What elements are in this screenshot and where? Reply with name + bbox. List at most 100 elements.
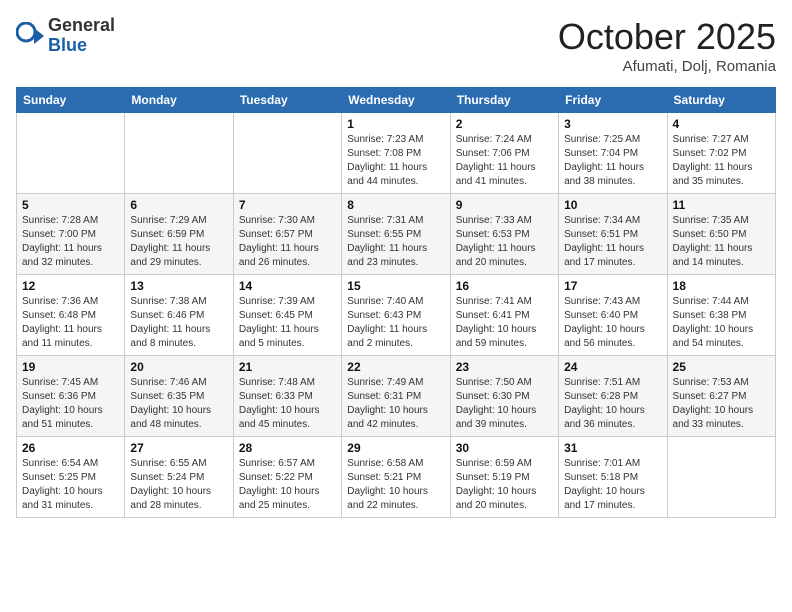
day-info: Sunrise: 6:55 AM Sunset: 5:24 PM Dayligh… (130, 457, 227, 513)
calendar-week-row: 5 Sunrise: 7:28 AM Sunset: 7:00 PM Daylig… (17, 194, 776, 275)
calendar-cell: 10 Sunrise: 7:34 AM Sunset: 6:51 PM Dayli… (559, 194, 667, 275)
day-number: 12 (22, 279, 119, 293)
calendar-week-row: 12 Sunrise: 7:36 AM Sunset: 6:48 PM Dayli… (17, 275, 776, 356)
day-info: Sunrise: 7:44 AM Sunset: 6:38 PM Dayligh… (673, 295, 770, 351)
day-of-week-header: Wednesday (342, 88, 450, 113)
calendar-cell: 30 Sunrise: 6:59 AM Sunset: 5:19 PM Dayli… (450, 437, 558, 518)
calendar-cell: 14 Sunrise: 7:39 AM Sunset: 6:45 PM Dayli… (233, 275, 341, 356)
day-number: 6 (130, 198, 227, 212)
calendar-cell: 2Sunrise: 7:24 AM Sunset: 7:06 PM Daylig… (450, 113, 558, 194)
day-number: 26 (22, 441, 119, 455)
day-number: 22 (347, 360, 444, 374)
day-info: Sunrise: 6:58 AM Sunset: 5:21 PM Dayligh… (347, 457, 444, 513)
calendar-week-row: 19 Sunrise: 7:45 AM Sunset: 6:36 PM Dayli… (17, 356, 776, 437)
day-info: Sunrise: 7:40 AM Sunset: 6:43 PM Dayligh… (347, 295, 444, 351)
calendar-cell (125, 113, 233, 194)
day-of-week-header: Saturday (667, 88, 775, 113)
day-number: 28 (239, 441, 336, 455)
day-number: 4 (673, 117, 770, 131)
day-number: 18 (673, 279, 770, 293)
day-number: 8 (347, 198, 444, 212)
title-block: October 2025 Afumati, Dolj, Romania (558, 16, 776, 75)
day-number: 21 (239, 360, 336, 374)
location-text: Afumati, Dolj, Romania (558, 58, 776, 75)
day-info: Sunrise: 6:54 AM Sunset: 5:25 PM Dayligh… (22, 457, 119, 513)
calendar-cell (17, 113, 125, 194)
calendar-cell: 29 Sunrise: 6:58 AM Sunset: 5:21 PM Dayli… (342, 437, 450, 518)
day-info: Sunrise: 7:01 AM Sunset: 5:18 PM Dayligh… (564, 457, 661, 513)
day-number: 31 (564, 441, 661, 455)
calendar-cell: 8 Sunrise: 7:31 AM Sunset: 6:55 PM Daylig… (342, 194, 450, 275)
calendar-cell: 13Sunrise: 7:38 AM Sunset: 6:46 PM Dayli… (125, 275, 233, 356)
calendar-week-row: 1 Sunrise: 7:23 AM Sunset: 7:08 PM Daylig… (17, 113, 776, 194)
day-info: Sunrise: 7:27 AM Sunset: 7:02 PM Dayligh… (673, 133, 770, 189)
day-number: 1 (347, 117, 444, 131)
day-info: Sunrise: 7:48 AM Sunset: 6:33 PM Dayligh… (239, 376, 336, 432)
day-info: Sunrise: 7:45 AM Sunset: 6:36 PM Dayligh… (22, 376, 119, 432)
day-info: Sunrise: 7:35 AM Sunset: 6:50 PM Dayligh… (673, 214, 770, 270)
calendar-cell: 7 Sunrise: 7:30 AM Sunset: 6:57 PM Daylig… (233, 194, 341, 275)
calendar-cell: 17 Sunrise: 7:43 AM Sunset: 6:40 PM Dayli… (559, 275, 667, 356)
calendar-cell: 24 Sunrise: 7:51 AM Sunset: 6:28 PM Dayli… (559, 356, 667, 437)
day-number: 13 (130, 279, 227, 293)
day-info: Sunrise: 7:53 AM Sunset: 6:27 PM Dayligh… (673, 376, 770, 432)
day-info: Sunrise: 7:41 AM Sunset: 6:41 PM Dayligh… (456, 295, 553, 351)
day-info: Sunrise: 7:49 AM Sunset: 6:31 PM Dayligh… (347, 376, 444, 432)
day-info: Sunrise: 7:34 AM Sunset: 6:51 PM Dayligh… (564, 214, 661, 270)
calendar-cell: 27Sunrise: 6:55 AM Sunset: 5:24 PM Dayli… (125, 437, 233, 518)
calendar-cell: 21 Sunrise: 7:48 AM Sunset: 6:33 PM Dayli… (233, 356, 341, 437)
day-number: 10 (564, 198, 661, 212)
day-info: Sunrise: 7:30 AM Sunset: 6:57 PM Dayligh… (239, 214, 336, 270)
calendar-cell: 6 Sunrise: 7:29 AM Sunset: 6:59 PM Daylig… (125, 194, 233, 275)
day-of-week-header: Monday (125, 88, 233, 113)
day-number: 25 (673, 360, 770, 374)
day-number: 29 (347, 441, 444, 455)
day-number: 11 (673, 198, 770, 212)
logo-blue-text: Blue (48, 36, 115, 56)
day-info: Sunrise: 7:23 AM Sunset: 7:08 PM Dayligh… (347, 133, 444, 189)
calendar-cell: 15 Sunrise: 7:40 AM Sunset: 6:43 PM Dayli… (342, 275, 450, 356)
logo: General Blue (16, 16, 115, 56)
calendar-cell: 31 Sunrise: 7:01 AM Sunset: 5:18 PM Dayli… (559, 437, 667, 518)
calendar-cell: 5 Sunrise: 7:28 AM Sunset: 7:00 PM Daylig… (17, 194, 125, 275)
day-info: Sunrise: 7:43 AM Sunset: 6:40 PM Dayligh… (564, 295, 661, 351)
calendar-cell: 16 Sunrise: 7:41 AM Sunset: 6:41 PM Dayli… (450, 275, 558, 356)
day-number: 7 (239, 198, 336, 212)
day-of-week-header: Tuesday (233, 88, 341, 113)
day-info: Sunrise: 7:24 AM Sunset: 7:06 PM Dayligh… (456, 133, 553, 189)
day-number: 5 (22, 198, 119, 212)
day-number: 14 (239, 279, 336, 293)
logo-general-text: General (48, 16, 115, 36)
day-number: 30 (456, 441, 553, 455)
day-number: 23 (456, 360, 553, 374)
day-info: Sunrise: 7:28 AM Sunset: 7:00 PM Dayligh… (22, 214, 119, 270)
calendar-cell: 25 Sunrise: 7:53 AM Sunset: 6:27 PM Dayli… (667, 356, 775, 437)
calendar-cell: 20Sunrise: 7:46 AM Sunset: 6:35 PM Dayli… (125, 356, 233, 437)
day-number: 17 (564, 279, 661, 293)
calendar-cell: 28 Sunrise: 6:57 AM Sunset: 5:22 PM Dayli… (233, 437, 341, 518)
day-info: Sunrise: 6:57 AM Sunset: 5:22 PM Dayligh… (239, 457, 336, 513)
day-number: 16 (456, 279, 553, 293)
day-info: Sunrise: 6:59 AM Sunset: 5:19 PM Dayligh… (456, 457, 553, 513)
logo-icon (16, 22, 44, 50)
calendar-table: SundayMondayTuesdayWednesdayThursdayFrid… (16, 87, 776, 518)
day-info: Sunrise: 7:36 AM Sunset: 6:48 PM Dayligh… (22, 295, 119, 351)
calendar-cell: 26 Sunrise: 6:54 AM Sunset: 5:25 PM Dayli… (17, 437, 125, 518)
calendar-cell: 23 Sunrise: 7:50 AM Sunset: 6:30 PM Dayli… (450, 356, 558, 437)
day-number: 15 (347, 279, 444, 293)
calendar-cell: 4 Sunrise: 7:27 AM Sunset: 7:02 PM Daylig… (667, 113, 775, 194)
day-info: Sunrise: 7:50 AM Sunset: 6:30 PM Dayligh… (456, 376, 553, 432)
calendar-cell: 3Sunrise: 7:25 AM Sunset: 7:04 PM Daylig… (559, 113, 667, 194)
day-info: Sunrise: 7:25 AM Sunset: 7:04 PM Dayligh… (564, 133, 661, 189)
day-info: Sunrise: 7:29 AM Sunset: 6:59 PM Dayligh… (130, 214, 227, 270)
month-title: October 2025 (558, 16, 776, 58)
calendar-cell: 11 Sunrise: 7:35 AM Sunset: 6:50 PM Dayli… (667, 194, 775, 275)
day-info: Sunrise: 7:39 AM Sunset: 6:45 PM Dayligh… (239, 295, 336, 351)
day-number: 24 (564, 360, 661, 374)
day-number: 19 (22, 360, 119, 374)
day-of-week-header: Thursday (450, 88, 558, 113)
page-header: General Blue October 2025 Afumati, Dolj,… (16, 16, 776, 75)
day-info: Sunrise: 7:51 AM Sunset: 6:28 PM Dayligh… (564, 376, 661, 432)
day-info: Sunrise: 7:31 AM Sunset: 6:55 PM Dayligh… (347, 214, 444, 270)
calendar-cell (233, 113, 341, 194)
